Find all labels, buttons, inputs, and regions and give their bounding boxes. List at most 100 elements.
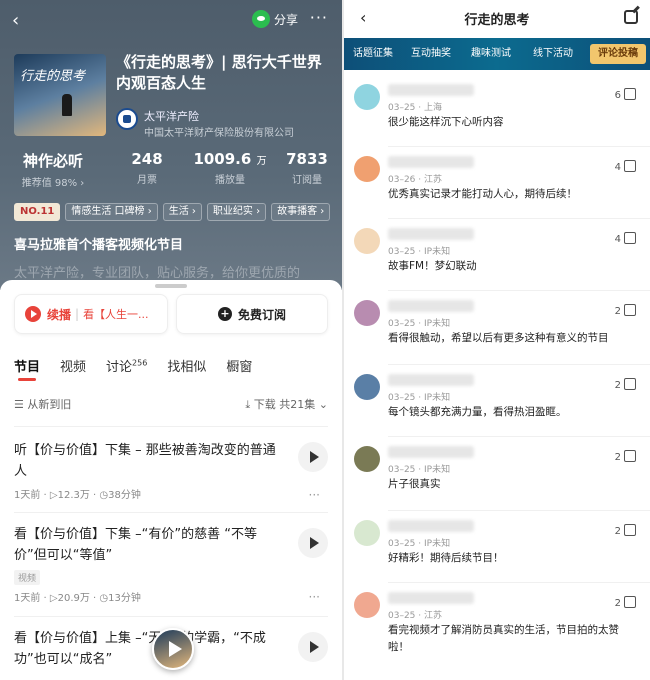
thumb-up-icon: [624, 378, 636, 390]
album-tabs: 节目 视频 讨论256 找相似 橱窗: [14, 356, 252, 381]
comment-text: 好精彩！期待后续节目！: [388, 552, 504, 564]
tab-discussion[interactable]: 讨论256: [106, 356, 147, 375]
like-button[interactable]: 2: [615, 450, 636, 463]
rank-badge: NO.11: [14, 203, 61, 221]
tab-similar[interactable]: 找相似: [167, 356, 206, 375]
like-button[interactable]: 4: [615, 232, 636, 245]
episode-play-icon[interactable]: [298, 528, 328, 558]
edit-icon[interactable]: [624, 10, 638, 24]
episode-item[interactable]: 听【价与价值】下集 – 那些被善淘改变的普通人 1天前 · ▷12.3万 · ◷…: [14, 440, 328, 502]
episode-play-icon[interactable]: [298, 632, 328, 662]
tag-life[interactable]: 生活 ›: [162, 203, 202, 221]
sort-bar: ☰ 从新到旧 ⤓ 下载 共21集 ⌄: [14, 396, 328, 412]
like-button[interactable]: 2: [615, 524, 636, 537]
share-button[interactable]: 分享: [251, 10, 298, 28]
episode-title: 听【价与价值】下集 – 那些被善淘改变的普通人: [14, 443, 276, 479]
album-title: 《行走的思考》| 思行大千世界 内观百态人生: [116, 53, 322, 92]
user-name-blurred[interactable]: [388, 374, 474, 386]
episode-more-icon[interactable]: ···: [309, 590, 320, 604]
episode-title: 看【价与价值】下集 –“有价”的慈善 “不等价”但可以“等值”: [14, 527, 257, 563]
user-name-blurred[interactable]: [388, 592, 474, 604]
wechat-icon: [251, 10, 270, 28]
comment-text: 优秀真实记录才能打动人心，期待后续！: [388, 188, 577, 200]
continue-play-button[interactable]: 续播 | 看【人生一...: [14, 294, 168, 334]
thumb-up-icon: [624, 450, 636, 462]
user-avatar[interactable]: [354, 156, 380, 182]
floating-player[interactable]: [152, 628, 194, 670]
drag-handle[interactable]: [155, 284, 187, 288]
tab-topics[interactable]: 话题征集: [348, 44, 398, 64]
comment-text: 很少能这样沉下心听内容: [388, 116, 504, 128]
episode-more-icon[interactable]: ···: [309, 488, 320, 502]
comment-text: 看完视频才了解消防员真实的生活，节目拍的太赞啦！: [388, 624, 619, 653]
user-avatar[interactable]: [354, 446, 380, 472]
episode-title: 看【价与价值】上集 –“无价”的学霸，“不成功”也可以“成名”: [14, 631, 266, 667]
comment-meta: 03–25 · IP未知: [388, 393, 451, 403]
page-title: 行走的思考: [464, 13, 530, 28]
tab-offline[interactable]: 线下活动: [528, 44, 578, 64]
tag-chart[interactable]: 情感生活 口碑榜 ›: [65, 203, 158, 221]
tab-videos[interactable]: 视频: [60, 356, 86, 375]
tab-lottery[interactable]: 互动抽奖: [406, 44, 456, 64]
comment-meta: 03–25 · IP未知: [388, 539, 451, 549]
user-name-blurred[interactable]: [388, 84, 474, 96]
episode-meta: 1天前 · ▷20.9万 · ◷13分钟: [14, 593, 141, 604]
tag-row: NO.11 情感生活 口碑榜 › 生活 › 职业纪实 › 故事播客 ›: [14, 203, 331, 221]
sort-toggle[interactable]: ☰ 从新到旧: [14, 398, 71, 411]
comment-meta: 03–25 · 上海: [388, 103, 442, 113]
user-name-blurred[interactable]: [388, 228, 474, 240]
back-icon[interactable]: ‹: [12, 10, 19, 31]
more-icon[interactable]: ···: [310, 8, 328, 27]
thumb-up-icon: [624, 88, 636, 100]
like-button[interactable]: 4: [615, 160, 636, 173]
video-badge: 视频: [14, 570, 41, 585]
comment-meta: 03–25 · IP未知: [388, 319, 451, 329]
comment-meta: 03–25 · IP未知: [388, 465, 451, 475]
stat-plays: 1009.6 万播放量: [193, 150, 267, 186]
like-button[interactable]: 2: [615, 378, 636, 391]
tag-story[interactable]: 故事播客 ›: [271, 203, 331, 221]
tag-career[interactable]: 职业纪实 ›: [206, 203, 267, 221]
episode-play-icon[interactable]: [298, 442, 328, 472]
user-avatar[interactable]: [354, 300, 380, 326]
thumb-up-icon: [624, 160, 636, 172]
album-cover[interactable]: 行走的思考: [14, 54, 106, 136]
comment-text: 故事FM！梦幻联动: [388, 260, 477, 272]
comment-text: 片子很真实: [388, 478, 441, 490]
comments-header: ‹ 行走的思考: [344, 0, 650, 38]
stat-recommend[interactable]: 神作必听 推荐值 98% ›: [10, 150, 96, 189]
user-avatar[interactable]: [354, 592, 380, 618]
tab-quiz[interactable]: 趣味测试: [466, 44, 516, 64]
album-subtitle: 喜马拉雅首个播客视频化节目: [14, 238, 184, 253]
tab-episodes[interactable]: 节目: [14, 356, 40, 381]
publisher-avatar[interactable]: [116, 108, 138, 130]
episode-sheet: 续播 | 看【人生一... + 免费订阅 节目 视频 讨论256 找相似 橱窗 …: [0, 280, 342, 680]
publisher-name[interactable]: 太平洋产险: [144, 108, 199, 124]
user-avatar[interactable]: [354, 228, 380, 254]
download-button[interactable]: ⤓ 下载: [245, 398, 275, 411]
comment-text: 看得很触动，希望以后有更多这种有意义的节目: [388, 332, 609, 344]
episode-item[interactable]: 看【价与价值】下集 –“有价”的慈善 “不等价”但可以“等值” 视频 1天前 ·…: [14, 524, 328, 604]
user-name-blurred[interactable]: [388, 446, 474, 458]
thumb-up-icon: [624, 524, 636, 536]
user-avatar[interactable]: [354, 520, 380, 546]
user-name-blurred[interactable]: [388, 300, 474, 312]
user-name-blurred[interactable]: [388, 156, 474, 168]
subscribe-button[interactable]: + 免费订阅: [176, 294, 328, 334]
tab-comment-submit[interactable]: 评论投稿: [590, 44, 646, 64]
user-avatar[interactable]: [354, 374, 380, 400]
play-icon: [25, 306, 41, 322]
album-intro: 太平洋产险，专业团队，贴心服务，给你更优质的: [14, 266, 301, 281]
tab-shop[interactable]: 橱窗: [226, 356, 252, 375]
like-button[interactable]: 2: [615, 304, 636, 317]
comment-meta: 03–25 · IP未知: [388, 247, 451, 257]
publisher-fullname: 中国太平洋财产保险股份有限公司: [144, 128, 294, 139]
user-name-blurred[interactable]: [388, 520, 474, 532]
episode-meta: 1天前 · ▷12.3万 · ◷38分钟: [14, 490, 141, 501]
like-button[interactable]: 6: [615, 88, 636, 101]
like-button[interactable]: 2: [615, 596, 636, 609]
user-avatar[interactable]: [354, 84, 380, 110]
podcast-page: ‹ 分享 ··· 行走的思考 《行走的思考》| 思行大千世界 内观百态人生 太平…: [0, 0, 342, 680]
episode-count[interactable]: 共21集 ⌄: [279, 398, 328, 411]
plus-icon: +: [217, 307, 232, 321]
